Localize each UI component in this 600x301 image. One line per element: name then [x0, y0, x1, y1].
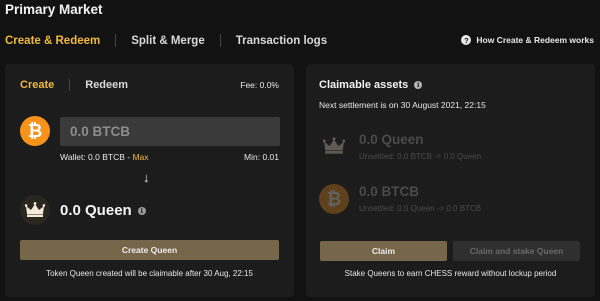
tab-create-redeem[interactable]: Create & Redeem — [5, 35, 100, 47]
claimable-card: Claimable assets i Next settlement is on… — [306, 64, 595, 297]
claimable-note: Token Queen created will be claimable af… — [46, 269, 253, 278]
min-amount: Min: 0.01 — [244, 152, 279, 162]
tab-transaction-logs[interactable]: Transaction logs — [236, 35, 327, 47]
claim-and-stake-button[interactable]: Claim and stake Queen — [453, 241, 580, 261]
max-button[interactable]: Max — [132, 152, 148, 162]
settlement-text: Next settlement is on 30 August 2021, 22… — [319, 100, 486, 110]
help-link-label: How Create & Redeem works — [476, 35, 594, 45]
create-redeem-toggle: Create Redeem — [20, 79, 128, 91]
asset-queen-amount: 0.0 Queen — [359, 132, 424, 147]
toggle-divider — [69, 79, 71, 91]
tab-divider — [115, 34, 117, 47]
queen-crown-icon — [319, 131, 349, 161]
asset-queen-unsettled: Unsettled: 0.0 BTCB -> 0.0 Queen — [359, 152, 482, 161]
arrow-down-icon: ↓ — [143, 170, 150, 185]
output-amount: 0.0 Queen i — [60, 202, 146, 219]
fee-label: Fee: 0.0% — [240, 80, 279, 90]
queen-crown-icon — [20, 195, 50, 225]
tab-divider — [219, 34, 221, 47]
claim-button[interactable]: Claim — [320, 241, 447, 261]
claimable-title: Claimable assets i — [319, 79, 423, 91]
create-card: Create Redeem Fee: 0.0% ₿ Wallet: 0.0 BT… — [5, 64, 294, 297]
tab-split-merge[interactable]: Split & Merge — [131, 35, 204, 47]
claimable-title-label: Claimable assets — [319, 79, 409, 91]
asset-btcb-unsettled: Unsettled: 0.0 Queen -> 0.0 BTCB — [359, 204, 482, 213]
wallet-label: Wallet: 0.0 BTCB - — [60, 152, 133, 162]
info-icon[interactable]: i — [137, 206, 146, 215]
btc-icon: ₿ — [319, 184, 349, 214]
help-link[interactable]: ? How Create & Redeem works — [461, 35, 594, 45]
tab-create[interactable]: Create — [20, 79, 54, 91]
market-tabs: Create & Redeem Split & Merge Transactio… — [5, 34, 327, 47]
amount-input[interactable] — [60, 117, 280, 146]
btc-icon: ₿ — [20, 116, 50, 146]
info-icon[interactable]: i — [414, 81, 423, 89]
output-amount-value: 0.0 Queen — [60, 202, 132, 219]
asset-btcb-amount: 0.0 BTCB — [359, 184, 420, 199]
tab-redeem[interactable]: Redeem — [85, 79, 128, 91]
question-icon: ? — [461, 35, 472, 45]
stake-note: Stake Queens to earn CHESS reward withou… — [344, 269, 557, 278]
page-title: Primary Market — [5, 2, 103, 17]
wallet-balance: Wallet: 0.0 BTCB - Max — [60, 152, 149, 162]
create-queen-button[interactable]: Create Queen — [20, 240, 279, 260]
